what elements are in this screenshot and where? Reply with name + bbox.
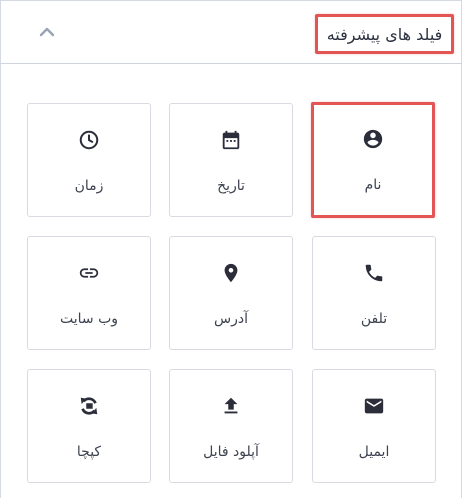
phone-icon [362,261,386,285]
panel-right-border [461,64,462,498]
field-tile-captcha[interactable]: کپچا [27,369,151,483]
field-tile-label: تلفن [360,311,388,327]
link-icon [77,261,101,285]
panel-title[interactable]: فیلد های پیشرفته [315,14,454,54]
field-tile-website[interactable]: وب سایت [27,236,151,350]
chevron-up-icon [39,27,55,37]
account-circle-icon [361,127,385,151]
panel-left-border [0,64,1,498]
field-tile-label: ایمیل [358,444,390,460]
field-tile-label: زمان [74,178,104,194]
field-tile-label: وب سایت [59,311,119,327]
field-tile-label: تاریخ [217,178,245,194]
mail-icon [362,394,386,418]
field-tile-label: آپلود فایل [203,444,259,460]
field-tile-date[interactable]: تاریخ [169,103,293,217]
upload-icon [219,394,243,418]
field-tile-time[interactable]: زمان [27,103,151,217]
recaptcha-icon [77,394,101,418]
field-tile-label: کپچا [76,444,102,460]
field-tile-file-upload[interactable]: آپلود فایل [169,369,293,483]
field-tile-label: آدرس [214,311,248,327]
collapse-button[interactable] [36,23,58,41]
panel-title-text: فیلد های پیشرفته [326,24,443,44]
field-tile-label: نام [364,177,382,193]
field-tile-address[interactable]: آدرس [169,236,293,350]
map-pin-icon [219,261,243,285]
field-tile-email[interactable]: ایمیل [312,369,436,483]
clock-icon [77,128,101,152]
field-tile-phone[interactable]: تلفن [312,236,436,350]
advanced-fields-header: فیلد های پیشرفته [0,0,462,64]
calendar-icon [219,128,243,152]
field-tile-name[interactable]: نام [311,102,435,218]
